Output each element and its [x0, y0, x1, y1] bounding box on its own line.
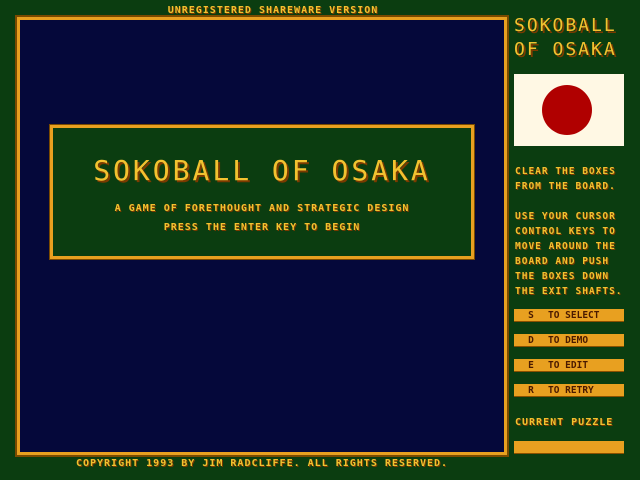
instructions-controls: USE YOUR CURSOR CONTROL KEYS TO MOVE ARO…: [515, 209, 623, 299]
select-label: TO SELECT: [548, 310, 600, 321]
shareware-banner: UNREGISTERED SHAREWARE VERSION: [167, 5, 379, 16]
start-prompt: PRESS THE ENTER KEY TO BEGIN: [163, 222, 361, 233]
sidebar-title: SOKOBALL OF OSAKA: [514, 14, 617, 62]
instruction-line: BOARD AND PUSH: [515, 256, 610, 267]
demo-key: D: [528, 335, 534, 346]
select-key: S: [528, 310, 534, 321]
sidebar-title-line2: OF OSAKA: [514, 39, 617, 60]
instruction-line: CONTROL KEYS TO: [515, 226, 616, 237]
current-puzzle-display: [514, 441, 624, 454]
instruction-line: MOVE AROUND THE: [515, 241, 616, 252]
retry-button[interactable]: R TO RETRY: [514, 384, 624, 397]
instructions-goal: CLEAR THE BOXES FROM THE BOARD.: [515, 164, 616, 194]
game-title: SOKOBALL OF OSAKA: [93, 154, 431, 187]
retry-label: TO RETRY: [548, 385, 594, 396]
instruction-line: CLEAR THE BOXES: [515, 166, 616, 177]
edit-key: E: [528, 360, 534, 371]
instruction-line: FROM THE BOARD.: [515, 181, 616, 192]
current-puzzle-label: CURRENT PUZZLE: [515, 417, 614, 428]
sidebar-title-line1: SOKOBALL: [514, 15, 617, 36]
game-subtitle: A GAME OF FORETHOUGHT AND STRATEGIC DESI…: [114, 203, 410, 214]
japan-flag-icon: [514, 74, 624, 146]
demo-label: TO DEMO: [548, 335, 589, 346]
edit-label: TO EDIT: [548, 360, 589, 371]
select-button[interactable]: S TO SELECT: [514, 309, 624, 322]
instruction-line: THE BOXES DOWN: [515, 271, 610, 282]
rising-sun-disc: [542, 85, 592, 135]
retry-key: R: [528, 385, 534, 396]
title-panel: SOKOBALL OF OSAKA A GAME OF FORETHOUGHT …: [49, 124, 475, 260]
demo-button[interactable]: D TO DEMO: [514, 334, 624, 347]
edit-button[interactable]: E TO EDIT: [514, 359, 624, 372]
instruction-line: THE EXIT SHAFTS.: [515, 286, 623, 297]
copyright-notice: COPYRIGHT 1993 BY JIM RADCLIFFE. ALL RIG…: [75, 458, 449, 469]
instruction-line: USE YOUR CURSOR: [515, 211, 616, 222]
